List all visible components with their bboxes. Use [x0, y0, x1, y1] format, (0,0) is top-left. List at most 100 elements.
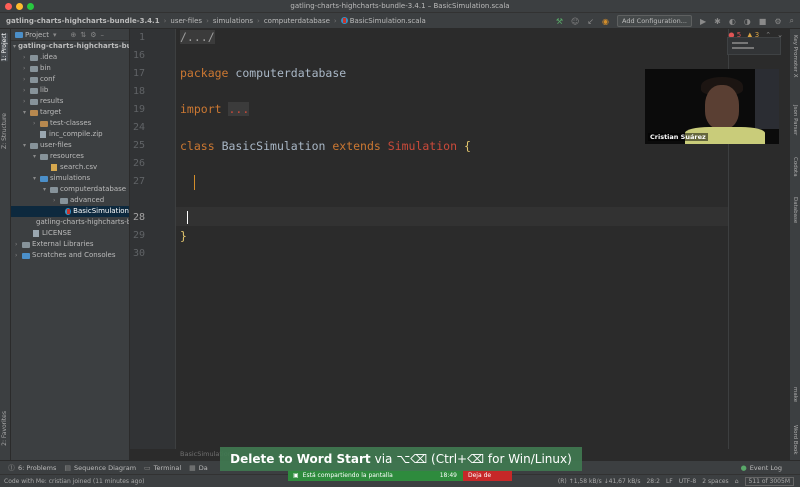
tab-structure[interactable]: Z: Structure	[1, 113, 8, 149]
stop-icon[interactable]: ■	[759, 17, 767, 26]
indent-setting[interactable]: 2 spaces	[702, 478, 728, 485]
line-number: 19	[132, 104, 145, 115]
expand-arrow-icon[interactable]: ▾	[43, 184, 50, 195]
breadcrumb-simulations[interactable]: simulations	[213, 17, 253, 25]
tab-project[interactable]: 1: Project	[1, 33, 8, 62]
add-configuration-button[interactable]: Add Configuration...	[617, 15, 692, 27]
folder-icon	[30, 109, 38, 116]
window-title: gatling-charts-highcharts-bundle-3.4.1 –…	[290, 2, 510, 10]
breadcrumb-computerdatabase[interactable]: computerdatabase	[264, 17, 330, 25]
expand-arrow-icon[interactable]: ▾	[23, 107, 30, 118]
tree-item-resources[interactable]: ▾ resources	[11, 151, 129, 162]
expand-arrow-icon[interactable]: ›	[23, 52, 30, 63]
expand-arrow-icon[interactable]: ›	[15, 239, 22, 250]
tab-problems[interactable]: ⓵ 6: Problems	[8, 463, 56, 473]
tree-item-inc-compile[interactable]: inc_compile.zip	[11, 129, 129, 140]
tree-item-simulations[interactable]: ▾ simulations	[11, 173, 129, 184]
breadcrumb-user-files[interactable]: user-files	[170, 17, 202, 25]
minimize-window-button[interactable]	[16, 3, 23, 10]
memory-indicator[interactable]: 511 of 3005M	[744, 477, 794, 486]
keyword: import	[180, 102, 222, 116]
expand-arrow-icon[interactable]: ›	[23, 85, 30, 96]
tree-item-computerdatabase[interactable]: ▾ computerdatabase	[11, 184, 129, 195]
expand-arrow-icon[interactable]: ›	[23, 74, 30, 85]
tab-sequence-diagram[interactable]: ▤ Sequence Diagram	[64, 464, 136, 472]
expand-arrow-icon[interactable]: ▾	[33, 151, 40, 162]
breadcrumb-file[interactable]: BasicSimulation.scala	[350, 17, 426, 25]
tab-json-parser[interactable]: Json Parser	[792, 105, 798, 135]
expand-arrow-icon[interactable]: ›	[23, 96, 30, 107]
breadcrumb-separator: ›	[163, 16, 167, 25]
tree-item-lib[interactable]: › lib	[11, 85, 129, 96]
arrow-icon[interactable]: ↙	[587, 17, 594, 26]
breadcrumb-project[interactable]: gatling-charts-highcharts-bundle-3.4.1	[6, 17, 160, 25]
tree-item-iml[interactable]: gatling-charts-highcharts-bundle-3.4.1.i…	[11, 217, 129, 228]
lock-icon[interactable]: ⌂	[735, 478, 739, 485]
coverage-icon[interactable]: ◐	[729, 17, 736, 26]
tab-event-log[interactable]: ● Event Log	[741, 464, 782, 472]
build-hammer-icon[interactable]: ⚒	[556, 17, 563, 26]
tree-item-scratches[interactable]: › Scratches and Consoles	[11, 250, 129, 261]
screen-share-status: ▣ Está compartiendo la pantalla 18:49	[288, 470, 463, 481]
gear-icon[interactable]: ⚙	[90, 31, 96, 39]
tree-item-root[interactable]: ▾gatling-charts-highcharts-bundle-3.4.1	[11, 41, 129, 52]
settings-icon[interactable]: ⚙	[774, 17, 781, 26]
tab-database[interactable]: Database	[792, 197, 798, 223]
hide-icon[interactable]: –	[101, 31, 105, 39]
line-number-current: 28	[132, 212, 145, 223]
tree-item-results[interactable]: › results	[11, 96, 129, 107]
search-icon[interactable]: ⌕	[790, 16, 794, 26]
caret-position[interactable]: 28:2	[646, 478, 659, 485]
tree-item-bin[interactable]: › bin	[11, 63, 129, 74]
tree-item-idea[interactable]: › .idea	[11, 52, 129, 63]
tab-terminal[interactable]: ▭ Terminal	[144, 464, 181, 472]
tab-favorites[interactable]: 2: Favorites	[1, 411, 8, 446]
share-icon: ▣	[293, 472, 299, 479]
collapse-all-icon[interactable]: ⇅	[80, 31, 86, 39]
tab-key-promoter[interactable]: Key Promoter X	[792, 35, 798, 78]
line-separator[interactable]: LF	[666, 478, 673, 485]
tree-item-conf[interactable]: › conf	[11, 74, 129, 85]
run-icon[interactable]: ▶	[700, 17, 706, 26]
folded-region[interactable]: /.../	[180, 30, 215, 44]
debug-icon[interactable]: ✱	[714, 17, 721, 26]
file-encoding[interactable]: UTF-8	[679, 478, 697, 485]
close-window-button[interactable]	[5, 3, 12, 10]
stop-sharing-button[interactable]: Deja de	[463, 470, 512, 481]
tree-item-test-classes[interactable]: › test-classes	[11, 118, 129, 129]
tree-item-license[interactable]: LICENSE	[11, 228, 129, 239]
library-icon	[22, 241, 30, 248]
preview-line	[732, 47, 754, 49]
expand-arrow-icon[interactable]: ›	[33, 118, 40, 129]
line-number: 16	[132, 50, 145, 61]
folded-imports[interactable]: ...	[228, 102, 250, 116]
user-icon[interactable]: ☺	[571, 17, 579, 26]
tab-codota[interactable]: Codota	[792, 157, 798, 177]
tree-item-search-csv[interactable]: search.csv	[11, 162, 129, 173]
maximize-window-button[interactable]	[27, 3, 34, 10]
tab-database-console[interactable]: ▦ Da	[189, 464, 208, 472]
expand-arrow-icon[interactable]: ›	[15, 250, 22, 261]
tab-word-book[interactable]: Word Book	[792, 425, 798, 455]
expand-arrow-icon[interactable]: ▾	[13, 41, 16, 52]
expand-arrow-icon[interactable]: ▾	[33, 173, 40, 184]
profile-icon[interactable]: ◑	[744, 17, 751, 26]
expand-arrow-icon[interactable]: ›	[23, 63, 30, 74]
tree-item-user-files[interactable]: ▾ user-files	[11, 140, 129, 151]
tab-make[interactable]: make	[792, 387, 798, 402]
expand-arrow-icon[interactable]: ▾	[23, 140, 30, 151]
tree-item-target[interactable]: ▾ target	[11, 107, 129, 118]
line-number: 18	[132, 86, 145, 97]
status-message[interactable]: Code with Me: cristian joined (11 minute…	[4, 478, 144, 485]
project-view-selector[interactable]: Project	[25, 31, 49, 39]
chevron-down-icon[interactable]: ▾	[53, 31, 57, 39]
navigation-bar: gatling-charts-highcharts-bundle-3.4.1 ›…	[0, 13, 800, 29]
tree-item-advanced[interactable]: › advanced	[11, 195, 129, 206]
code-line-header-fold[interactable]: /.../	[180, 30, 215, 44]
breadcrumb-separator: ›	[333, 16, 337, 25]
tree-item-basic-simulation[interactable]: BasicSimulation	[11, 206, 129, 217]
tree-item-external-libraries[interactable]: › External Libraries	[11, 239, 129, 250]
code-with-me-icon[interactable]: ◉	[602, 17, 609, 26]
locate-icon[interactable]: ⊕	[70, 31, 76, 39]
expand-arrow-icon[interactable]: ›	[53, 195, 60, 206]
